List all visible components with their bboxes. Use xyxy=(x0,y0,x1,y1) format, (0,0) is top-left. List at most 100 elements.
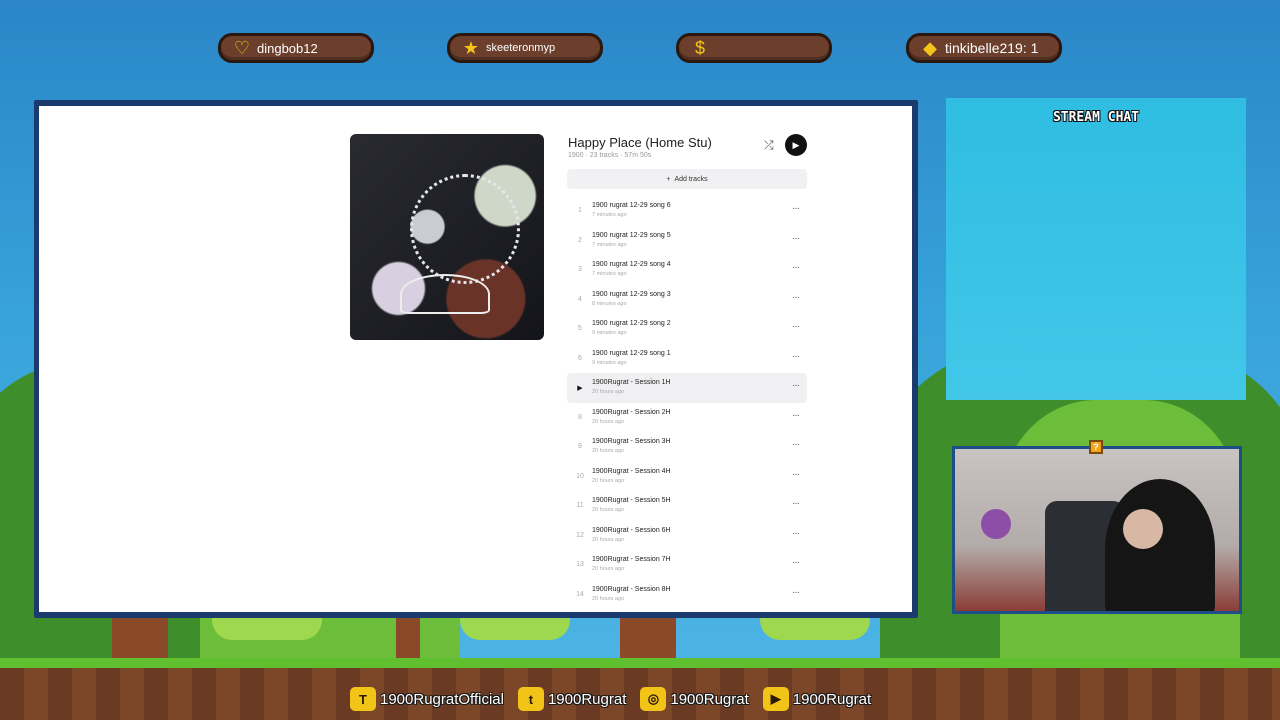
more-options-icon[interactable]: ··· xyxy=(792,292,800,303)
track-row[interactable]: 9 1900Rugrat - Session 3H 20 hours ago ·… xyxy=(567,432,807,462)
social-handle: 1900Rugrat xyxy=(670,690,749,708)
track-added-time: 20 hours ago xyxy=(592,507,625,513)
webcam-feed xyxy=(952,446,1242,614)
stream-chat-title: STREAM CHAT xyxy=(1052,110,1140,125)
track-list: 1 1900 rugrat 12-29 song 6 7 minutes ago… xyxy=(567,196,807,609)
diamond-icon: ◆ xyxy=(923,37,937,58)
alert-latest-follower: ♡ dingbob12 xyxy=(218,33,374,63)
more-options-icon[interactable]: ··· xyxy=(792,410,800,421)
track-title: 1900 rugrat 12-29 song 3 xyxy=(592,290,671,298)
alert-label: dingbob12 xyxy=(257,40,318,56)
track-title: 1900 rugrat 12-29 song 6 xyxy=(592,202,671,209)
track-title: 1900Rugrat - Session 3H xyxy=(592,438,671,445)
track-title: 1900Rugrat - Session 5H xyxy=(592,497,671,504)
track-row[interactable]: 10 1900Rugrat - Session 4H 20 hours ago … xyxy=(567,462,807,492)
track-number: 12 xyxy=(576,531,584,539)
track-row[interactable]: 12 1900Rugrat - Session 6H 20 hours ago … xyxy=(567,521,807,551)
stream-chat-panel: STREAM CHAT xyxy=(946,98,1246,400)
playlist-cover-image[interactable] xyxy=(350,134,544,340)
youtube-icon: ▶ xyxy=(762,687,789,711)
track-title: 1900Rugrat - Session 7H xyxy=(592,556,671,563)
social-instagram: ◎ 1900Rugrat xyxy=(640,687,756,711)
track-row[interactable]: 1 1900 rugrat 12-29 song 6 7 minutes ago… xyxy=(567,196,807,226)
add-tracks-button[interactable]: + Add tracks xyxy=(567,169,807,189)
play-button[interactable]: ▶ xyxy=(785,134,807,156)
track-number: 2 xyxy=(578,236,582,244)
more-options-icon[interactable]: ··· xyxy=(792,528,800,539)
track-title: 1900 rugrat 12-29 song 1 xyxy=(592,349,671,357)
alert-latest-subscriber: ★ skeeteronmyp xyxy=(447,33,603,63)
browser-capture: Happy Place (Home Stu) 1900 · 23 tracks … xyxy=(34,100,918,618)
star-icon: ★ xyxy=(462,37,480,58)
more-options-icon[interactable]: ··· xyxy=(792,321,800,332)
more-options-icon[interactable]: ··· xyxy=(792,262,800,273)
track-added-time: 20 hours ago xyxy=(592,477,625,484)
more-options-icon[interactable]: ··· xyxy=(792,498,800,509)
track-added-time: 20 hours ago xyxy=(592,448,625,454)
plus-icon: + xyxy=(666,175,671,183)
track-added-time: 20 hours ago xyxy=(592,566,625,572)
alert-latest-bits: ◆ tinkibelle219: 1 xyxy=(906,33,1062,63)
more-options-icon[interactable]: ··· xyxy=(792,233,800,244)
track-added-time: 20 hours ago xyxy=(592,418,625,425)
track-row-playing[interactable]: ▶ 1900Rugrat - Session 1H 20 hours ago ·… xyxy=(567,373,807,403)
track-number: 3 xyxy=(578,266,582,273)
track-number: 5 xyxy=(578,325,582,332)
track-row[interactable]: 6 1900 rugrat 12-29 song 1 9 minutes ago… xyxy=(567,344,807,374)
track-number: 1 xyxy=(578,207,582,214)
track-row[interactable]: 5 1900 rugrat 12-29 song 2 9 minutes ago… xyxy=(567,314,807,344)
track-number: 8 xyxy=(578,413,582,421)
more-options-icon[interactable]: ··· xyxy=(792,469,800,480)
track-title: 1900Rugrat - Session 4H xyxy=(592,467,671,475)
social-twitter: t 1900Rugrat xyxy=(517,687,634,711)
alert-latest-donation: $ xyxy=(676,33,832,63)
playlist-title: Happy Place (Home Stu) xyxy=(568,135,712,150)
playlist-page: Happy Place (Home Stu) 1900 · 23 tracks … xyxy=(39,106,912,612)
track-row[interactable]: 4 1900 rugrat 12-29 song 3 8 minutes ago… xyxy=(567,285,807,315)
microphone xyxy=(981,509,1011,539)
track-added-time: 9 minutes ago xyxy=(592,330,627,336)
streamer xyxy=(1105,479,1215,611)
question-block-icon: ? xyxy=(1089,440,1103,454)
track-row[interactable]: 13 1900Rugrat - Session 7H 20 hours ago … xyxy=(567,550,807,580)
track-row[interactable]: 11 1900Rugrat - Session 5H 20 hours ago … xyxy=(567,491,807,521)
social-handle: 1900RugratOfficial xyxy=(380,690,504,708)
alert-label: skeeteronmyp xyxy=(486,42,556,54)
play-icon: ▶ xyxy=(792,139,800,150)
track-added-time: 20 hours ago xyxy=(592,389,625,395)
more-options-icon[interactable]: ··· xyxy=(792,351,800,362)
track-number: 14 xyxy=(576,590,584,598)
twitter-icon: t xyxy=(517,687,544,711)
track-title: 1900 rugrat 12-29 song 5 xyxy=(592,231,671,239)
more-options-icon[interactable]: ··· xyxy=(792,557,800,568)
more-options-icon[interactable]: ··· xyxy=(792,587,800,598)
playlist-meta: 1900 · 23 tracks · 57m 50s xyxy=(568,152,652,159)
track-row[interactable]: 8 1900Rugrat - Session 2H 20 hours ago ·… xyxy=(567,403,807,433)
add-tracks-label: Add tracks xyxy=(674,175,708,183)
track-added-time: 7 minutes ago xyxy=(592,271,627,277)
track-added-time: 9 minutes ago xyxy=(592,359,627,366)
instagram-icon: ◎ xyxy=(640,687,667,711)
track-number: 10 xyxy=(576,472,584,480)
track-row[interactable]: 14 1900Rugrat - Session 8H 20 hours ago … xyxy=(567,580,807,610)
track-title: 1900Rugrat - Session 1H xyxy=(592,379,671,386)
track-title: 1900Rugrat - Session 6H xyxy=(592,526,671,534)
track-added-time: 7 minutes ago xyxy=(592,241,627,248)
cover-detail xyxy=(400,274,490,314)
track-number: 4 xyxy=(578,295,582,303)
streamer-face xyxy=(1123,509,1163,549)
more-options-icon[interactable]: ··· xyxy=(792,203,800,214)
play-icon[interactable]: ▶ xyxy=(573,384,587,392)
track-title: 1900Rugrat - Session 2H xyxy=(592,408,671,416)
track-row[interactable]: 2 1900 rugrat 12-29 song 5 7 minutes ago… xyxy=(567,226,807,256)
cover-detail xyxy=(410,174,520,284)
track-number: 11 xyxy=(576,502,584,509)
shuffle-icon[interactable]: ⤮ xyxy=(764,138,774,153)
track-title: 1900Rugrat - Session 8H xyxy=(592,585,671,593)
more-options-icon[interactable]: ··· xyxy=(792,380,800,391)
more-options-icon[interactable]: ··· xyxy=(792,439,800,450)
social-youtube: ▶ 1900Rugrat xyxy=(762,687,879,711)
track-added-time: 7 minutes ago xyxy=(592,212,627,218)
track-row[interactable]: 3 1900 rugrat 12-29 song 4 7 minutes ago… xyxy=(567,255,807,285)
social-links-bar: T 1900RugratOfficial t 1900Rugrat ◎ 1900… xyxy=(350,684,879,714)
